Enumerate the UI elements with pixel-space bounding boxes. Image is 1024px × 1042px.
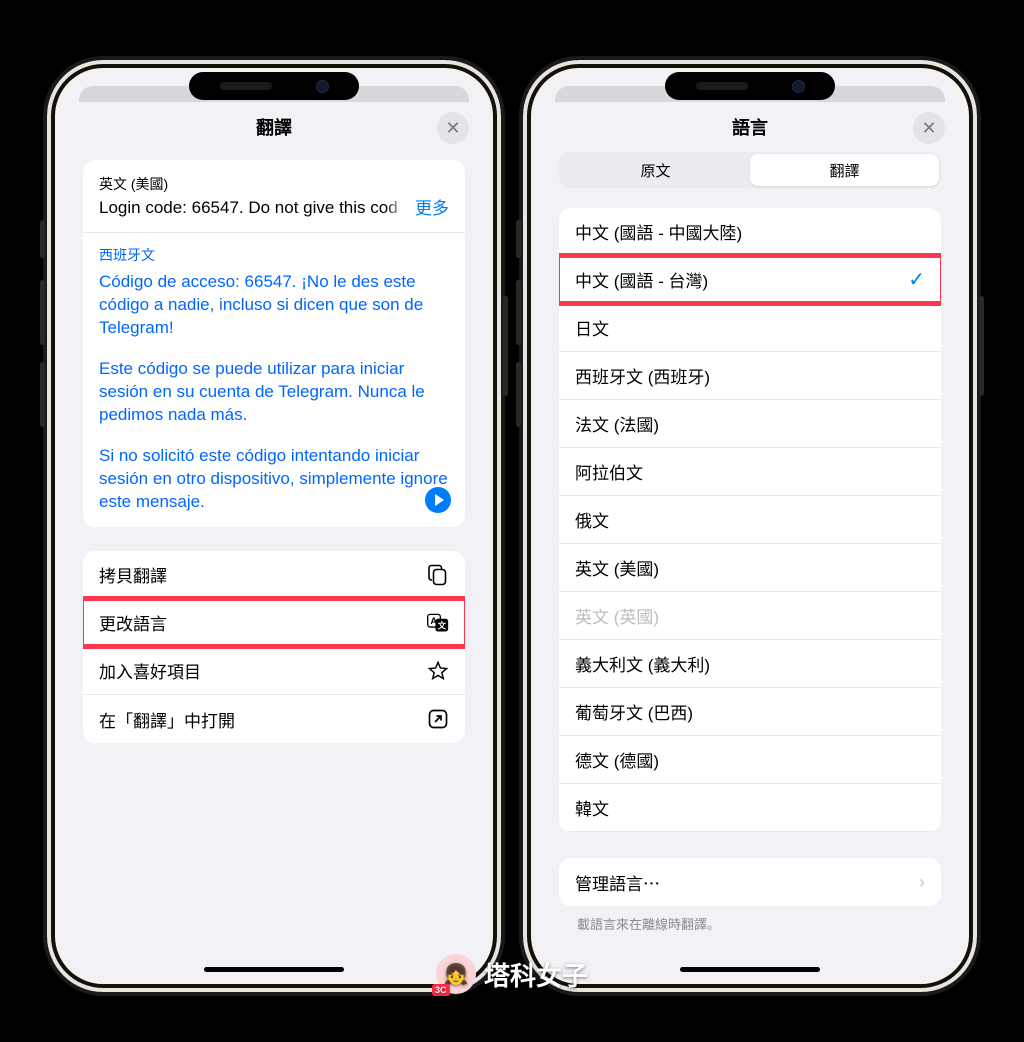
action-label: 在「翻譯」中打開 — [99, 707, 235, 732]
language-item[interactable]: 法文 (法國) — [559, 400, 941, 448]
language-label: 俄文 — [575, 507, 609, 532]
home-indicator[interactable] — [204, 967, 344, 972]
star-icon — [427, 660, 449, 682]
copy-translation-item[interactable]: 拷貝翻譯 — [83, 551, 465, 599]
mute-switch[interactable] — [40, 220, 45, 258]
language-label: 英文 (美國) — [575, 555, 659, 580]
language-item[interactable]: 阿拉伯文 — [559, 448, 941, 496]
language-label: 阿拉伯文 — [575, 459, 643, 484]
language-item[interactable]: 中文 (國語 - 台灣) ✓ — [559, 256, 941, 304]
language-label: 英文 (英國) — [575, 603, 659, 628]
phone-right: 語言 ✕ 原文 翻譯 中文 (國語 - 中國大陸) 中文 (國語 - 台灣) ✓ 日文… — [519, 56, 981, 996]
watermark: 👧3C 塔科女子 — [436, 954, 588, 994]
divider — [83, 232, 465, 233]
language-item[interactable]: 俄文 — [559, 496, 941, 544]
language-label: 中文 (國語 - 台灣) — [575, 267, 708, 292]
sheet-title: 語言 — [732, 114, 768, 140]
open-in-translate-item[interactable]: 在「翻譯」中打開 — [83, 695, 465, 743]
more-link[interactable]: 更多 — [385, 194, 449, 219]
segment-target[interactable]: 翻譯 — [750, 154, 939, 186]
checkmark-icon: ✓ — [908, 267, 925, 292]
language-item[interactable]: 葡萄牙文 (巴西) — [559, 688, 941, 736]
close-icon: ✕ — [445, 118, 460, 139]
language-item[interactable]: 日文 — [559, 304, 941, 352]
source-language-label: 英文 (美國) — [99, 174, 449, 194]
svg-text:文: 文 — [438, 620, 447, 630]
add-favorite-item[interactable]: 加入喜好項目 — [83, 647, 465, 695]
change-language-item[interactable]: 更改語言 A文 — [83, 599, 465, 647]
action-label: 拷貝翻譯 — [99, 562, 167, 587]
volume-down[interactable] — [516, 362, 521, 427]
phone-left: 翻譯 ✕ 英文 (美國) Login code: 66547. Do not g… — [43, 56, 505, 996]
manage-label: 管理語言⋯ — [575, 870, 660, 895]
language-item[interactable]: 德文 (德國) — [559, 736, 941, 784]
watermark-text: 塔科女子 — [484, 956, 588, 993]
language-sheet: 語言 ✕ 原文 翻譯 中文 (國語 - 中國大陸) 中文 (國語 - 台灣) ✓ 日文… — [543, 102, 957, 980]
language-label: 日文 — [575, 315, 609, 340]
footer-note: 載語言來在離線時翻譯。 — [559, 906, 941, 941]
copy-icon — [427, 564, 449, 586]
manage-languages-item[interactable]: 管理語言⋯ › — [559, 858, 941, 906]
sheet-title: 翻譯 — [256, 114, 292, 140]
volume-up[interactable] — [40, 280, 45, 345]
translate-sheet: 翻譯 ✕ 英文 (美國) Login code: 66547. Do not g… — [67, 102, 481, 980]
language-item[interactable]: 西班牙文 (西班牙) — [559, 352, 941, 400]
open-external-icon — [427, 708, 449, 730]
target-language-label: 西班牙文 — [99, 245, 449, 265]
action-label: 加入喜好項目 — [99, 658, 201, 683]
chevron-right-icon: › — [919, 872, 925, 893]
power-button[interactable] — [979, 296, 984, 396]
language-label: 葡萄牙文 (巴西) — [575, 699, 693, 724]
language-label: 韓文 — [575, 795, 609, 820]
power-button[interactable] — [503, 296, 508, 396]
action-label: 更改語言 — [99, 610, 167, 635]
home-indicator[interactable] — [680, 967, 820, 972]
notch — [665, 72, 835, 100]
language-label: 義大利文 (義大利) — [575, 651, 710, 676]
action-list: 拷貝翻譯 更改語言 A文 — [83, 551, 465, 743]
watermark-avatar: 👧3C — [436, 954, 476, 994]
close-button[interactable]: ✕ — [437, 112, 469, 144]
language-item[interactable]: 中文 (國語 - 中國大陸) — [559, 208, 941, 256]
language-item[interactable]: 義大利文 (義大利) — [559, 640, 941, 688]
segment-source[interactable]: 原文 — [561, 154, 750, 186]
language-label: 西班牙文 (西班牙) — [575, 363, 710, 388]
language-item[interactable]: 英文 (美國) — [559, 544, 941, 592]
notch — [189, 72, 359, 100]
language-item[interactable]: 韓文 — [559, 784, 941, 832]
language-list: 中文 (國語 - 中國大陸) 中文 (國語 - 台灣) ✓ 日文西班牙文 (西班牙) 法… — [559, 208, 941, 832]
language-label: 中文 (國語 - 中國大陸) — [575, 219, 742, 244]
volume-down[interactable] — [40, 362, 45, 427]
volume-up[interactable] — [516, 280, 521, 345]
translation-card: 英文 (美國) Login code: 66547. Do not give t… — [83, 160, 465, 527]
translate-icon: A文 — [427, 612, 449, 634]
close-icon: ✕ — [921, 118, 936, 139]
target-text: Código de acceso: 66547. ¡No le des este… — [99, 271, 449, 513]
language-label: 德文 (德國) — [575, 747, 659, 772]
language-label: 法文 (法國) — [575, 411, 659, 436]
segmented-control: 原文 翻譯 — [559, 152, 941, 188]
language-item: 英文 (英國) — [559, 592, 941, 640]
mute-switch[interactable] — [516, 220, 521, 258]
close-button[interactable]: ✕ — [913, 112, 945, 144]
